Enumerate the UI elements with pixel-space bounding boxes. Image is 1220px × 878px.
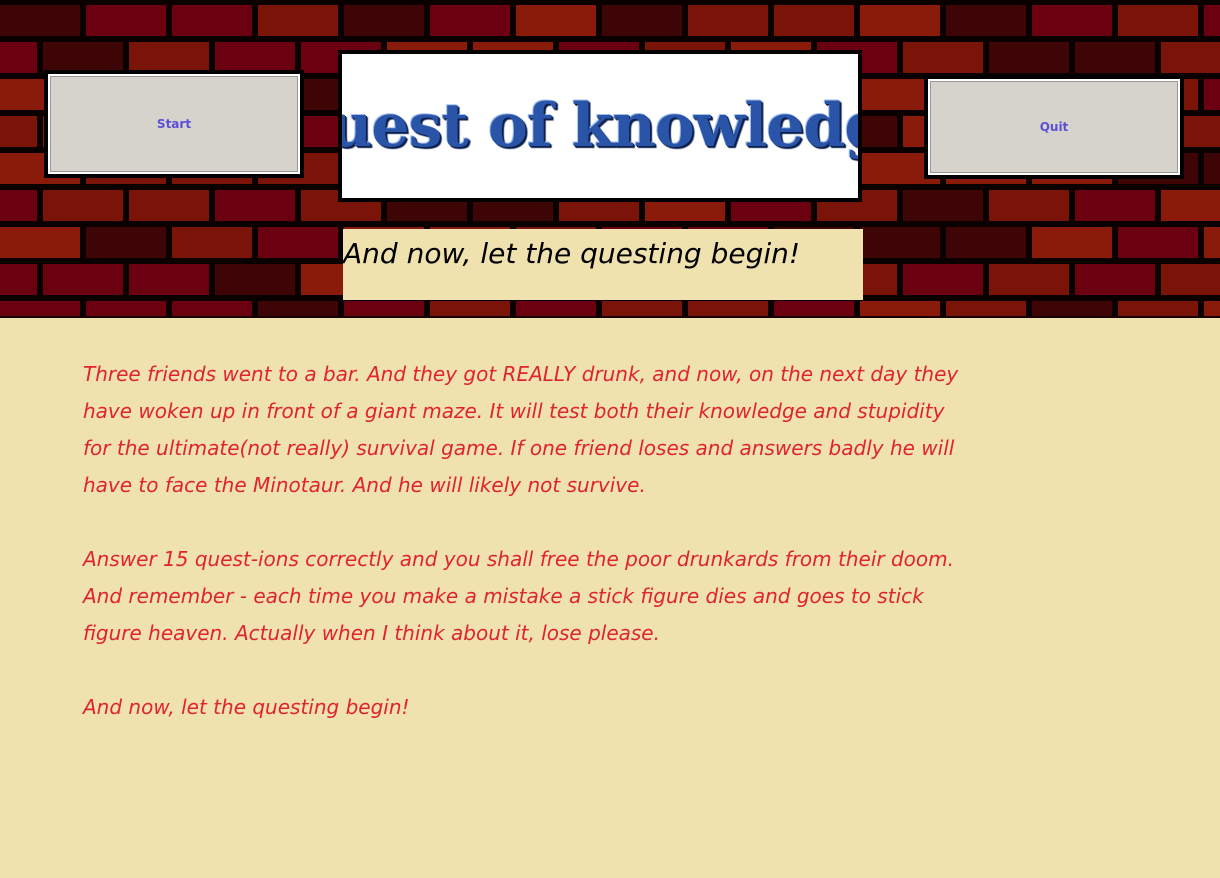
brick xyxy=(0,227,80,258)
brick xyxy=(946,301,1026,316)
brick xyxy=(860,227,940,258)
brick xyxy=(989,42,1069,73)
brick xyxy=(1204,5,1220,36)
brick xyxy=(86,5,166,36)
brick xyxy=(989,190,1069,221)
brick xyxy=(1118,301,1198,316)
brick xyxy=(43,42,123,73)
brick xyxy=(1032,227,1112,258)
brick xyxy=(258,5,338,36)
brick xyxy=(430,5,510,36)
brick xyxy=(344,301,424,316)
brick xyxy=(1075,264,1155,295)
brick xyxy=(86,227,166,258)
brick xyxy=(43,264,123,295)
brick xyxy=(516,5,596,36)
brick xyxy=(602,301,682,316)
brick xyxy=(1161,42,1220,73)
brick xyxy=(516,301,596,316)
brick xyxy=(774,5,854,36)
brick xyxy=(1118,5,1198,36)
brick xyxy=(903,42,983,73)
brick xyxy=(860,301,940,316)
brick xyxy=(602,5,682,36)
brick xyxy=(258,227,338,258)
brick xyxy=(774,301,854,316)
subtitle-banner: And now, let the questing begin! xyxy=(343,229,863,300)
brick xyxy=(1161,190,1220,221)
brick xyxy=(1161,264,1220,295)
brick xyxy=(0,5,80,36)
brick xyxy=(946,5,1026,36)
start-button[interactable]: Start xyxy=(44,70,304,178)
brick xyxy=(1032,5,1112,36)
brick xyxy=(172,227,252,258)
brick xyxy=(43,190,123,221)
brick xyxy=(1204,79,1220,110)
brick xyxy=(0,301,80,316)
subtitle-text: And now, let the questing begin! xyxy=(343,237,801,270)
brick xyxy=(0,264,37,295)
brick xyxy=(215,264,295,295)
story-paragraph-2: Answer 15 quest-ions correctly and you s… xyxy=(83,547,954,645)
brick xyxy=(903,264,983,295)
brick xyxy=(215,42,295,73)
game-screen: Start Quest of knowledge Quit And now, l… xyxy=(0,0,1220,878)
brick xyxy=(903,190,983,221)
story-paragraph-3: And now, let the questing begin! xyxy=(83,695,410,719)
brick xyxy=(344,5,424,36)
game-title-banner: Quest of knowledge xyxy=(338,50,862,202)
brick xyxy=(0,116,37,147)
brick xyxy=(86,301,166,316)
brick xyxy=(1075,190,1155,221)
brick xyxy=(129,264,209,295)
quit-button[interactable]: Quit xyxy=(924,75,1184,179)
brick xyxy=(688,5,768,36)
game-title: Quest of knowledge xyxy=(342,91,858,161)
story-paragraph-1: Three friends went to a bar. And they go… xyxy=(83,362,959,497)
brick xyxy=(258,301,338,316)
brick xyxy=(1118,227,1198,258)
quit-button-label: Quit xyxy=(1039,120,1069,134)
brick xyxy=(688,301,768,316)
brick xyxy=(215,190,295,221)
brick xyxy=(129,42,209,73)
brick xyxy=(1204,153,1220,184)
brick xyxy=(1204,301,1220,316)
brick xyxy=(430,301,510,316)
brick xyxy=(172,301,252,316)
brick xyxy=(0,42,37,73)
brick xyxy=(1204,227,1220,258)
brick xyxy=(172,5,252,36)
brick xyxy=(129,190,209,221)
story-text: Three friends went to a bar. And they go… xyxy=(83,356,963,763)
brick xyxy=(989,264,1069,295)
brick xyxy=(860,5,940,36)
brick xyxy=(0,190,37,221)
brick xyxy=(1032,301,1112,316)
brick xyxy=(1075,42,1155,73)
brick xyxy=(946,227,1026,258)
start-button-label: Start xyxy=(156,117,192,131)
brick-wall-header: Start Quest of knowledge Quit And now, l… xyxy=(0,0,1220,318)
